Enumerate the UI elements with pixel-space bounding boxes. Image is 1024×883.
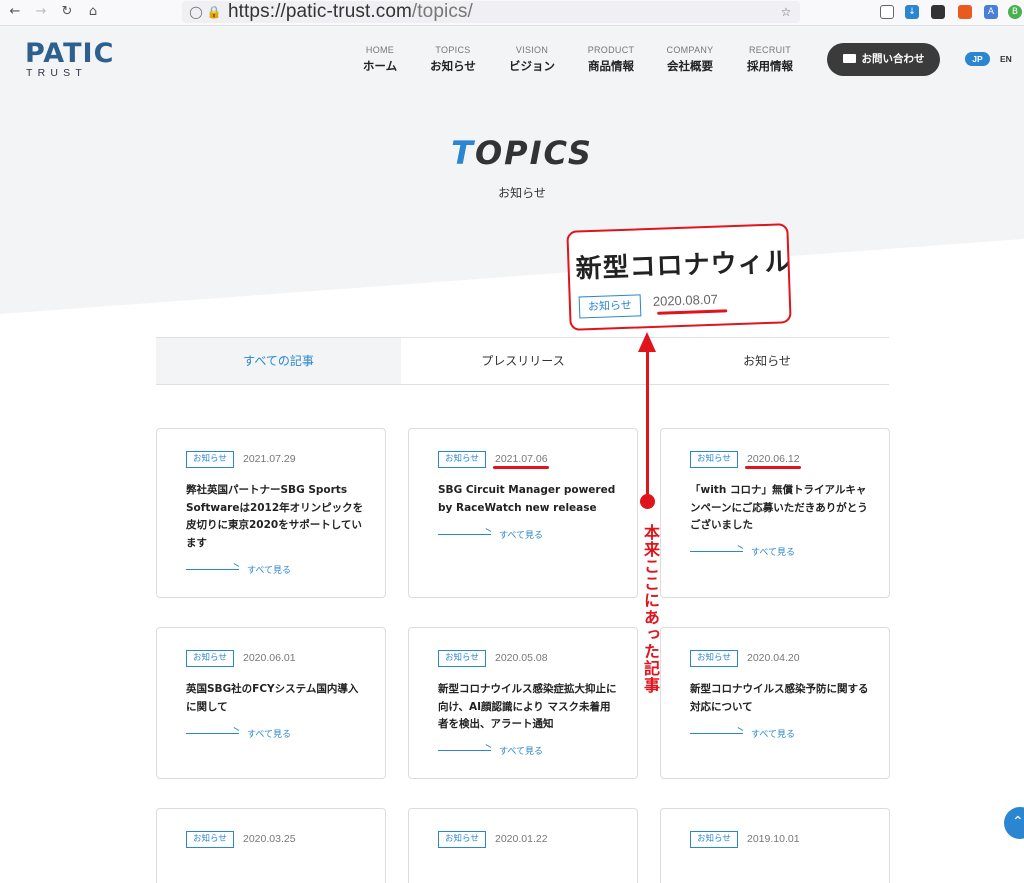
article-card[interactable]: お知らせ 2020.05.08 新型コロナウイルス感染症拡大抑止に向け、AI顔認…: [408, 627, 638, 779]
category-badge: お知らせ: [690, 831, 738, 848]
contact-button[interactable]: お問い合わせ: [827, 43, 940, 76]
download-icon[interactable]: ↓: [905, 5, 919, 19]
article-date: 2021.07.06: [495, 453, 548, 465]
pocket-icon[interactable]: [880, 5, 894, 19]
article-title[interactable]: 弊社英国パートナーSBG Sports Softwareは2012年オリンピック…: [186, 482, 366, 552]
tab-press-release[interactable]: プレスリリース: [401, 338, 645, 384]
category-badge: お知らせ: [690, 650, 738, 667]
annotation-snippet-title: 新型コロナウィルス: [575, 246, 792, 285]
article-date: 2020.04.20: [747, 652, 800, 664]
browser-toolbar: ← → ↻ ⌂ ◯ 🔒 https://patic-trust.com/topi…: [0, 0, 1024, 26]
article-title[interactable]: 新型コロナウイルス感染予防に関する対応について: [690, 681, 870, 716]
shield-icon: ◯: [189, 5, 203, 19]
megaphone-icon[interactable]: [958, 5, 972, 19]
article-date: 2021.07.29: [243, 453, 296, 465]
page-subtitle: お知らせ: [498, 186, 546, 200]
annotation-arrow-line: [646, 345, 649, 497]
category-tabs: すべての記事 プレスリリース お知らせ: [156, 337, 889, 385]
chevron-up-icon: ⌃: [1012, 814, 1024, 830]
article-title[interactable]: 英国SBG社のFCYシステム国内導入に関して: [186, 681, 366, 716]
arrow-right-icon: [438, 750, 491, 751]
article-card[interactable]: お知らせ 2019.10.01: [660, 808, 890, 883]
nav-vision[interactable]: VISION ビジョン: [492, 45, 572, 74]
article-date: 2020.06.12: [747, 453, 800, 465]
annotation-underline: [745, 466, 801, 469]
article-date: 2020.03.25: [243, 833, 296, 845]
annotation-underline: [657, 309, 728, 315]
nav-topics[interactable]: TOPICS お知らせ: [413, 45, 493, 74]
arrow-right-icon: [186, 733, 239, 734]
nav-company[interactable]: COMPANY 会社概要: [650, 45, 730, 74]
article-date: 2019.10.01: [747, 833, 800, 845]
home-icon[interactable]: ⌂: [84, 3, 102, 21]
tab-news[interactable]: お知らせ: [645, 338, 889, 384]
article-title[interactable]: 新型コロナウイルス感染症拡大抑止に向け、AI顔認識により マスク未着用者を検出、…: [438, 681, 618, 734]
hero-background: [0, 94, 1024, 314]
translate-icon[interactable]: A: [984, 5, 998, 19]
url-text[interactable]: https://patic-trust.com/topics/: [228, 1, 473, 23]
page-title: TOPICS: [451, 134, 593, 172]
extension-icon[interactable]: [931, 5, 945, 19]
forward-icon[interactable]: →: [32, 3, 50, 21]
article-card[interactable]: お知らせ 2021.07.06 SBG Circuit Manager powe…: [408, 428, 638, 598]
category-badge: お知らせ: [690, 451, 738, 468]
article-card[interactable]: お知らせ 2020.06.12 「with コロナ」無償トライアルキャンペーンに…: [660, 428, 890, 598]
addon-badge-icon[interactable]: B: [1008, 5, 1022, 19]
article-date: 2020.06.01: [243, 652, 296, 664]
article-date: 2020.05.08: [495, 652, 548, 664]
bookmark-star-icon[interactable]: ☆: [778, 4, 794, 20]
category-badge: お知らせ: [438, 451, 486, 468]
article-card[interactable]: お知らせ 2021.07.29 弊社英国パートナーSBG Sports Soft…: [156, 428, 386, 598]
annotation-dot: [640, 494, 655, 509]
annotation-snippet-badge: お知らせ: [578, 294, 642, 319]
nav-home[interactable]: HOME ホーム: [340, 45, 420, 74]
category-badge: お知らせ: [186, 650, 234, 667]
logo-subtext: TRUST: [26, 67, 87, 79]
annotation-callout: 新型コロナウィルス お知らせ 2020.08.07: [566, 223, 792, 331]
article-date: 2020.01.22: [495, 833, 548, 845]
annotation-note: 本来ここにあった記事: [641, 524, 660, 694]
annotation-snippet-date: 2020.08.07: [652, 291, 719, 309]
lock-icon: 🔒: [206, 5, 222, 19]
tab-all[interactable]: すべての記事: [156, 338, 401, 384]
article-card[interactable]: お知らせ 2020.06.01 英国SBG社のFCYシステム国内導入に関して す…: [156, 627, 386, 779]
article-card[interactable]: お知らせ 2020.01.22: [408, 808, 638, 883]
scroll-to-top-button[interactable]: ⌃: [1004, 807, 1024, 839]
category-badge: お知らせ: [438, 831, 486, 848]
back-icon[interactable]: ←: [6, 3, 24, 21]
address-bar[interactable]: ◯ 🔒 https://patic-trust.com/topics/ ☆: [182, 1, 800, 23]
arrow-right-icon: [186, 569, 239, 570]
nav-product[interactable]: PRODUCT 商品情報: [571, 45, 651, 74]
article-title[interactable]: SBG Circuit Manager powered by RaceWatch…: [438, 482, 618, 517]
arrow-right-icon: [690, 733, 743, 734]
lang-jp-button[interactable]: JP: [965, 52, 990, 66]
lang-en-button[interactable]: EN: [1000, 52, 1012, 66]
category-badge: お知らせ: [186, 451, 234, 468]
annotation-underline: [493, 466, 549, 469]
arrow-right-icon: [438, 534, 491, 535]
logo[interactable]: PATIC: [25, 40, 114, 68]
article-card[interactable]: お知らせ 2020.04.20 新型コロナウイルス感染予防に関する対応について …: [660, 627, 890, 779]
mail-icon: [842, 54, 856, 63]
arrow-right-icon: [690, 551, 743, 552]
category-badge: お知らせ: [438, 650, 486, 667]
category-badge: お知らせ: [186, 831, 234, 848]
nav-recruit[interactable]: RECRUIT 採用情報: [730, 45, 810, 74]
article-title[interactable]: 「with コロナ」無償トライアルキャンペーンにご応募いただきありがとうございま…: [690, 482, 870, 535]
reload-icon[interactable]: ↻: [58, 3, 76, 21]
article-card[interactable]: お知らせ 2020.03.25: [156, 808, 386, 883]
